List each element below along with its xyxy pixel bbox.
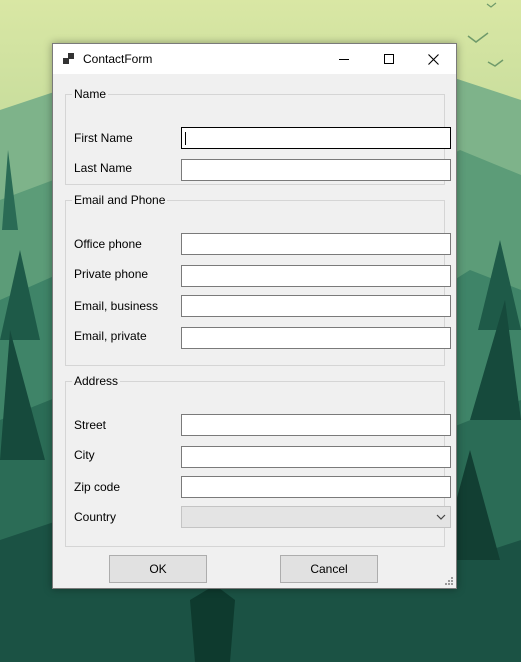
close-icon xyxy=(428,53,439,65)
address-group-legend: Address xyxy=(74,374,119,388)
email-private-field[interactable] xyxy=(181,327,451,349)
street-field[interactable] xyxy=(181,414,451,436)
first-name-field[interactable] xyxy=(181,127,451,149)
text-caret xyxy=(185,132,186,145)
first-name-label: First Name xyxy=(74,131,133,145)
email-business-field[interactable] xyxy=(181,295,451,317)
ok-button[interactable]: OK xyxy=(109,555,207,583)
contact-form-window: ContactForm Name First Name Last Name Em… xyxy=(52,43,457,589)
address-group: Address Street City Zip code Country xyxy=(65,374,451,547)
email-phone-group: Email and Phone Office phone Private pho… xyxy=(65,193,451,366)
zip-code-label: Zip code xyxy=(74,480,121,494)
app-icon xyxy=(63,53,74,64)
last-name-label: Last Name xyxy=(74,161,133,175)
close-button[interactable] xyxy=(411,44,456,74)
private-phone-label: Private phone xyxy=(74,267,149,281)
city-field[interactable] xyxy=(181,446,451,468)
last-name-field[interactable] xyxy=(181,159,451,181)
street-label: Street xyxy=(74,418,107,432)
private-phone-field[interactable] xyxy=(181,265,451,287)
country-dropdown[interactable] xyxy=(181,506,451,528)
zip-code-field[interactable] xyxy=(181,476,451,498)
name-group-legend: Name xyxy=(74,87,107,101)
office-phone-label: Office phone xyxy=(74,237,142,251)
email-private-label: Email, private xyxy=(74,329,147,343)
name-group: Name First Name Last Name xyxy=(65,87,451,185)
chevron-down-icon xyxy=(436,514,446,520)
maximize-icon xyxy=(383,54,394,64)
title-bar[interactable]: ContactForm xyxy=(53,44,456,74)
email-phone-group-legend: Email and Phone xyxy=(74,193,166,207)
resize-grip-icon[interactable] xyxy=(444,576,454,586)
city-label: City xyxy=(74,448,95,462)
email-business-label: Email, business xyxy=(74,299,159,313)
minimize-icon xyxy=(338,59,349,60)
cancel-button[interactable]: Cancel xyxy=(280,555,378,583)
country-label: Country xyxy=(74,510,117,524)
office-phone-field[interactable] xyxy=(181,233,451,255)
window-title: ContactForm xyxy=(83,52,153,66)
minimize-button[interactable] xyxy=(321,44,366,74)
maximize-button[interactable] xyxy=(366,44,411,74)
